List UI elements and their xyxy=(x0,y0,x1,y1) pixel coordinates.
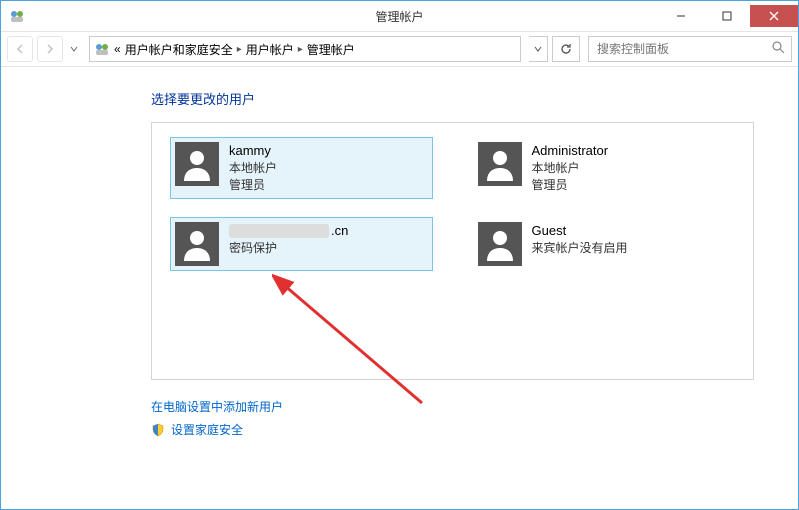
obscured-text xyxy=(229,224,329,238)
user-info: Administrator 本地帐户 管理员 xyxy=(532,142,609,194)
avatar-icon xyxy=(478,142,522,186)
chevron-right-icon[interactable]: ▸ xyxy=(237,44,242,55)
add-user-link[interactable]: 在电脑设置中添加新用户 xyxy=(151,398,754,415)
address-dropdown-button[interactable] xyxy=(529,36,548,62)
user-info: Guest 来宾帐户没有启用 xyxy=(532,222,628,257)
user-type: 来宾帐户没有启用 xyxy=(532,240,628,257)
user-card-obscured[interactable]: .cn 密码保护 xyxy=(170,217,433,271)
annotation-arrow-icon xyxy=(272,273,432,413)
titlebar: 管理帐户 xyxy=(1,1,798,32)
shield-icon xyxy=(151,423,165,437)
avatar-icon xyxy=(175,222,219,266)
user-card-guest[interactable]: Guest 来宾帐户没有启用 xyxy=(473,217,736,271)
user-role: 管理员 xyxy=(229,177,277,194)
navbar: « 用户帐户和家庭安全 ▸ 用户帐户 ▸ 管理帐户 xyxy=(1,32,798,67)
footer-links: 在电脑设置中添加新用户 设置家庭安全 xyxy=(151,398,754,438)
window: 管理帐户 « 用户帐户和家庭安全 ▸ 用户帐户 ▸ 管理帐户 选择要更改的用户 xyxy=(0,0,799,510)
user-type: 本地帐户 xyxy=(229,160,277,177)
user-type: 密码保护 xyxy=(229,240,379,257)
user-card-kammy[interactable]: kammy 本地帐户 管理员 xyxy=(170,137,433,199)
search-input[interactable] xyxy=(595,41,772,57)
user-type: 本地帐户 xyxy=(532,160,609,177)
users-icon xyxy=(94,41,110,57)
user-name: kammy xyxy=(229,142,277,160)
search-icon[interactable] xyxy=(772,41,785,57)
user-info: kammy 本地帐户 管理员 xyxy=(229,142,277,194)
chevron-right-icon[interactable]: ▸ xyxy=(298,44,303,55)
maximize-button[interactable] xyxy=(704,5,750,27)
user-name-suffix: .cn xyxy=(331,222,348,240)
user-role: 管理员 xyxy=(532,177,609,194)
refresh-button[interactable] xyxy=(552,36,580,62)
breadcrumb-1[interactable]: 用户帐户和家庭安全 xyxy=(125,41,233,58)
user-grid: kammy 本地帐户 管理员 Administrator 本地帐户 管理员 xyxy=(170,137,735,271)
recent-locations-button[interactable] xyxy=(67,45,81,53)
close-button[interactable] xyxy=(750,5,798,27)
minimize-button[interactable] xyxy=(658,5,704,27)
avatar-icon xyxy=(175,142,219,186)
address-bar[interactable]: « 用户帐户和家庭安全 ▸ 用户帐户 ▸ 管理帐户 xyxy=(89,36,521,62)
content-area: 选择要更改的用户 kammy 本地帐户 管理员 Administrator xyxy=(1,67,798,509)
app-icon xyxy=(9,8,25,24)
back-button[interactable] xyxy=(7,36,33,62)
user-list-box: kammy 本地帐户 管理员 Administrator 本地帐户 管理员 xyxy=(151,122,754,380)
user-card-administrator[interactable]: Administrator 本地帐户 管理员 xyxy=(473,137,736,199)
user-name: Guest xyxy=(532,222,628,240)
avatar-icon xyxy=(478,222,522,266)
forward-button[interactable] xyxy=(37,36,63,62)
user-info: .cn 密码保护 xyxy=(229,222,379,257)
window-controls xyxy=(658,5,798,27)
page-heading: 选择要更改的用户 xyxy=(151,89,754,108)
breadcrumb-2[interactable]: 用户帐户 xyxy=(246,41,294,58)
family-safety-link-label: 设置家庭安全 xyxy=(171,421,243,438)
user-name: .cn xyxy=(229,222,379,240)
breadcrumb-3[interactable]: 管理帐户 xyxy=(307,41,355,58)
user-name: Administrator xyxy=(532,142,609,160)
family-safety-link[interactable]: 设置家庭安全 xyxy=(151,421,754,438)
breadcrumb-prefix[interactable]: « xyxy=(114,42,121,56)
search-box[interactable] xyxy=(588,36,792,62)
add-user-link-label: 在电脑设置中添加新用户 xyxy=(151,398,283,415)
